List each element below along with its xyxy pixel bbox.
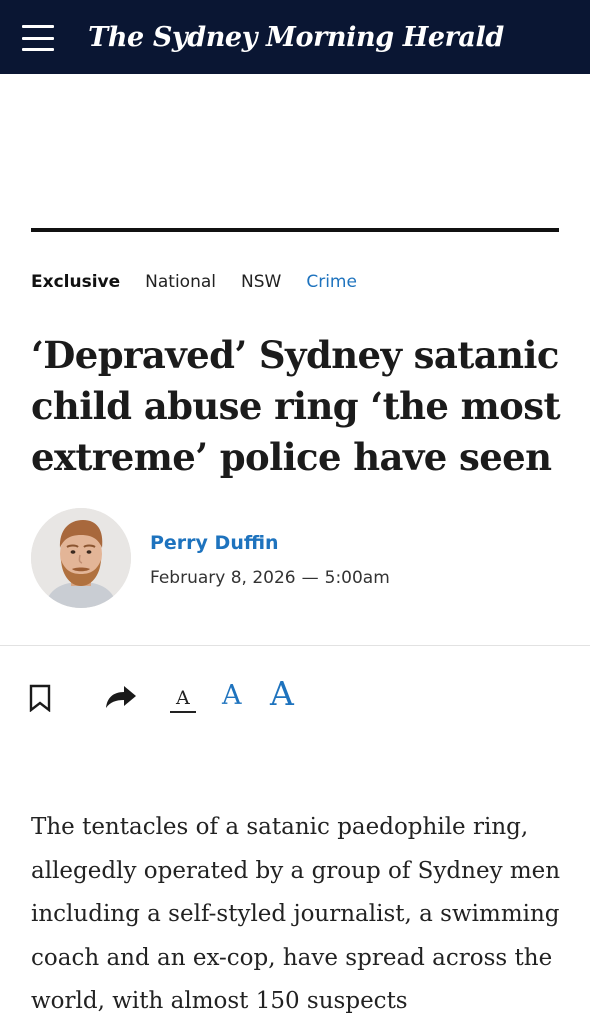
tag-exclusive: Exclusive	[31, 272, 121, 292]
author-photo	[31, 508, 131, 608]
article-body-paragraph: The tentacles of a satanic paedophile ri…	[31, 814, 561, 1014]
font-size-large-button[interactable]: A	[270, 674, 294, 714]
hamburger-menu-icon[interactable]	[22, 25, 54, 51]
tag-national[interactable]: National	[145, 272, 216, 292]
font-size-small-button[interactable]: A	[170, 686, 196, 713]
section-rule	[31, 228, 559, 232]
font-size-medium-button[interactable]: A	[222, 680, 242, 712]
publish-date: February 8, 2026	[150, 568, 296, 588]
article-toolbar: A A A	[0, 670, 590, 722]
date-separator: —	[301, 568, 319, 588]
top-navigation-bar: The Sydney Morning Herald	[0, 0, 590, 74]
share-arrow-icon[interactable]	[104, 684, 138, 710]
publish-time: 5:00am	[324, 568, 390, 588]
author-name[interactable]: Perry Duffin	[150, 532, 279, 554]
publish-dateline: February 8, 2026—5:00am	[150, 568, 390, 588]
bookmark-icon[interactable]	[29, 684, 51, 713]
article-headline: ‘Depraved’ Sydney satanic child abuse ri…	[31, 333, 561, 479]
article-tags: Exclusive National NSW Crime	[31, 270, 382, 294]
masthead-logo[interactable]: The Sydney Morning Herald	[82, 14, 510, 60]
divider	[0, 645, 590, 646]
tag-crime[interactable]: Crime	[306, 272, 357, 292]
author-avatar[interactable]	[31, 508, 131, 608]
tag-nsw[interactable]: NSW	[241, 272, 281, 292]
